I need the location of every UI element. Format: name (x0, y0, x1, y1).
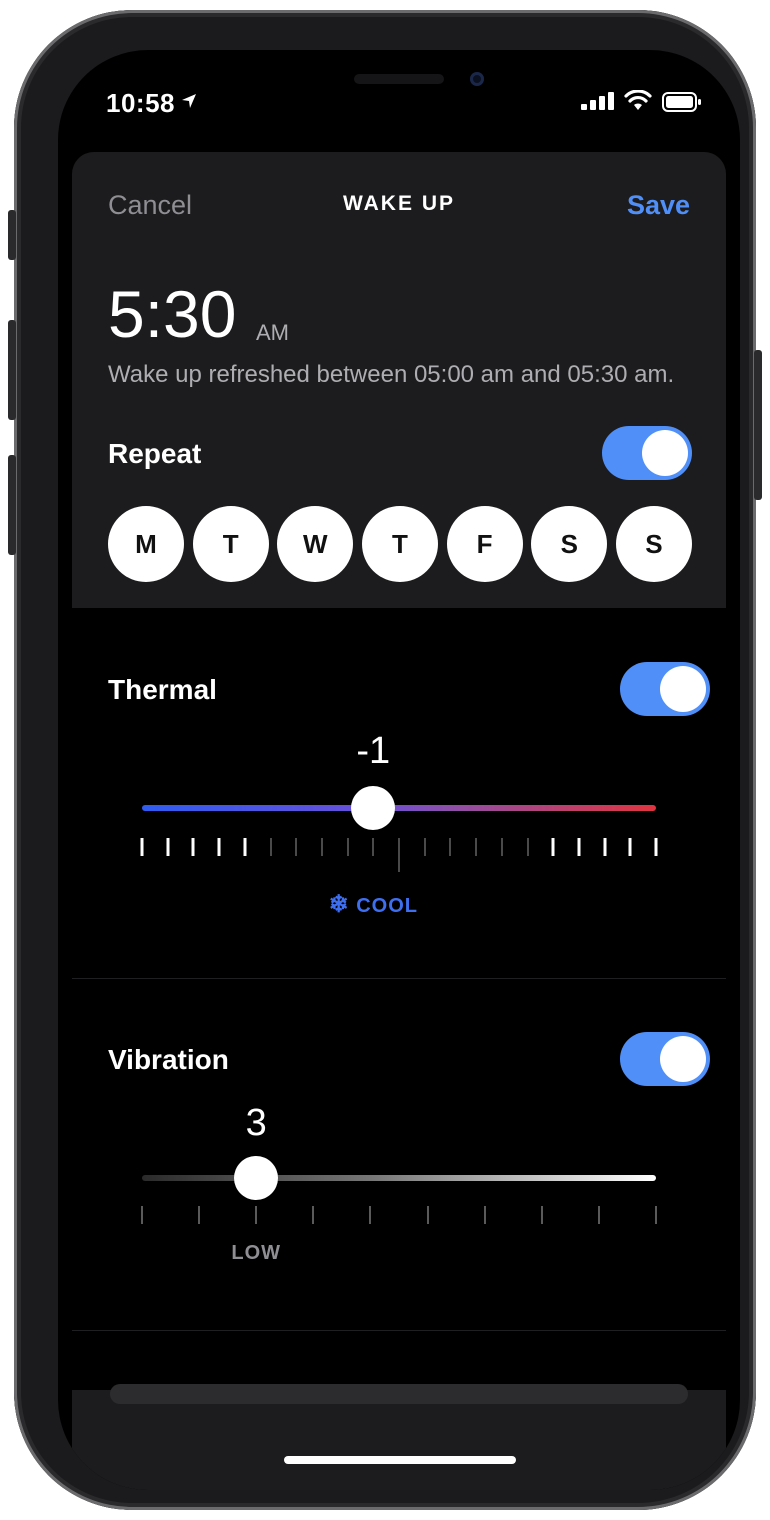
vibration-slider-track[interactable] (142, 1175, 656, 1181)
repeat-days: M T W T F S S (108, 506, 692, 582)
tick-mark (191, 838, 195, 856)
tick-mark (483, 1206, 486, 1224)
bottom-card-handle (110, 1384, 688, 1404)
vibration-tick-marks (141, 1206, 657, 1246)
tick-mark (597, 1206, 600, 1224)
tick-mark (654, 838, 658, 856)
tick-mark (166, 838, 170, 856)
tick-mark (243, 838, 247, 856)
day-sunday[interactable]: S (615, 506, 692, 582)
location-arrow-icon (182, 94, 196, 108)
save-button[interactable]: Save (627, 190, 690, 221)
day-friday[interactable]: F (446, 506, 523, 582)
vibration-slider-thumb[interactable] (234, 1156, 279, 1200)
snowflake-icon: ❄ (328, 891, 350, 918)
tick-mark (320, 838, 323, 856)
thermal-value: -1 (356, 730, 391, 772)
tick-mark (551, 838, 555, 856)
toggle-knob (642, 430, 688, 476)
phone-frame: 10:58 Cancel WAKE UP Save 5:30 AM Wake u… (14, 10, 756, 1510)
screen: 10:58 Cancel WAKE UP Save 5:30 AM Wake u… (58, 50, 740, 1490)
thermal-slider-track[interactable] (142, 805, 656, 811)
tick-mark (655, 1206, 657, 1224)
alarm-time[interactable]: 5:30 (108, 276, 236, 352)
tick-mark (540, 1206, 543, 1224)
tick-mark (449, 838, 452, 856)
day-monday[interactable]: M (108, 506, 184, 582)
toggle-knob (660, 666, 706, 712)
tick-mark (628, 838, 632, 856)
tick-mark (217, 838, 221, 856)
tick-mark (423, 838, 426, 856)
vibration-level-label: LOW (231, 1242, 282, 1264)
vibration-label: Vibration (108, 1044, 229, 1075)
tick-mark (398, 838, 400, 872)
section-divider (72, 1330, 726, 1331)
tick-mark (526, 838, 529, 856)
tick-mark (426, 1206, 429, 1224)
volume-down-button (8, 455, 16, 555)
mute-switch (8, 210, 16, 260)
thermal-label: Thermal (108, 674, 217, 705)
tick-mark (475, 838, 478, 856)
power-button (754, 350, 762, 500)
tick-mark (312, 1206, 315, 1224)
tick-mark (346, 838, 349, 856)
tick-mark (369, 1206, 372, 1224)
status-time: 10:58 (106, 88, 175, 118)
speaker-grille (354, 74, 444, 84)
day-thursday[interactable]: T (361, 506, 438, 582)
tick-mark (198, 1206, 201, 1224)
tick-mark (141, 1206, 143, 1224)
wake-up-card: Cancel WAKE UP Save 5:30 AM Wake up refr… (72, 152, 726, 608)
tick-mark (603, 838, 607, 856)
tick-mark (500, 838, 503, 856)
status-bar: 10:58 (58, 86, 740, 126)
volume-up-button (8, 320, 16, 420)
battery-icon (662, 92, 701, 112)
home-indicator[interactable] (284, 1456, 516, 1464)
wake-window-description: Wake up refreshed between 05:00 am and 0… (108, 361, 675, 388)
day-wednesday[interactable]: W (277, 506, 354, 582)
toggle-knob (660, 1036, 706, 1082)
bottom-card (72, 1384, 726, 1490)
wifi-icon (624, 90, 652, 110)
vibration-toggle[interactable] (620, 1032, 710, 1086)
front-camera (470, 72, 484, 86)
day-saturday[interactable]: S (531, 506, 608, 582)
tick-mark (372, 838, 375, 856)
repeat-toggle[interactable] (602, 426, 692, 480)
tick-mark (295, 838, 298, 856)
thermal-slider-thumb[interactable] (351, 786, 396, 830)
repeat-label: Repeat (108, 438, 202, 469)
section-divider (72, 978, 726, 979)
thermal-mode-label: COOL (356, 895, 419, 917)
alarm-period: AM (256, 320, 289, 345)
tick-mark (577, 838, 581, 856)
vibration-value: 3 (245, 1102, 267, 1144)
day-tuesday[interactable]: T (192, 506, 269, 582)
thermal-toggle[interactable] (620, 662, 710, 716)
thermal-mode-hint: ❄ COOL (329, 890, 418, 919)
thermal-tick-marks (140, 838, 658, 878)
tick-mark (140, 838, 144, 856)
tick-mark (255, 1206, 258, 1224)
tick-mark (269, 838, 272, 856)
cellular-signal-icon (581, 92, 614, 110)
